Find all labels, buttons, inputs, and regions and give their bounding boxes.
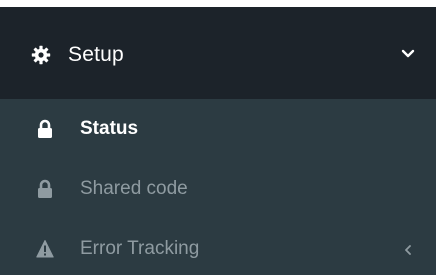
- setup-submenu: Status Shared code Error Tracking: [0, 99, 436, 275]
- warning-icon: [36, 240, 54, 258]
- menu-item-status[interactable]: Status: [0, 109, 436, 149]
- lock-icon: [38, 179, 52, 198]
- sidebar-menu: Setup Status Shared code Error Tracking: [0, 0, 436, 275]
- setup-menu-header[interactable]: Setup: [0, 7, 436, 99]
- menu-item-label: Status: [80, 118, 139, 139]
- chevron-down-icon[interactable]: [401, 48, 415, 60]
- menu-item-error-tracking[interactable]: Error Tracking: [0, 229, 436, 269]
- lock-icon: [38, 119, 52, 138]
- menu-item-shared-code[interactable]: Shared code: [0, 169, 436, 209]
- gear-icon: [31, 45, 51, 65]
- setup-menu-title: Setup: [68, 43, 124, 66]
- menu-item-label: Shared code: [80, 178, 188, 199]
- menu-item-label: Error Tracking: [80, 238, 200, 259]
- top-spacer: [0, 0, 436, 7]
- angle-left-icon[interactable]: [404, 244, 412, 256]
